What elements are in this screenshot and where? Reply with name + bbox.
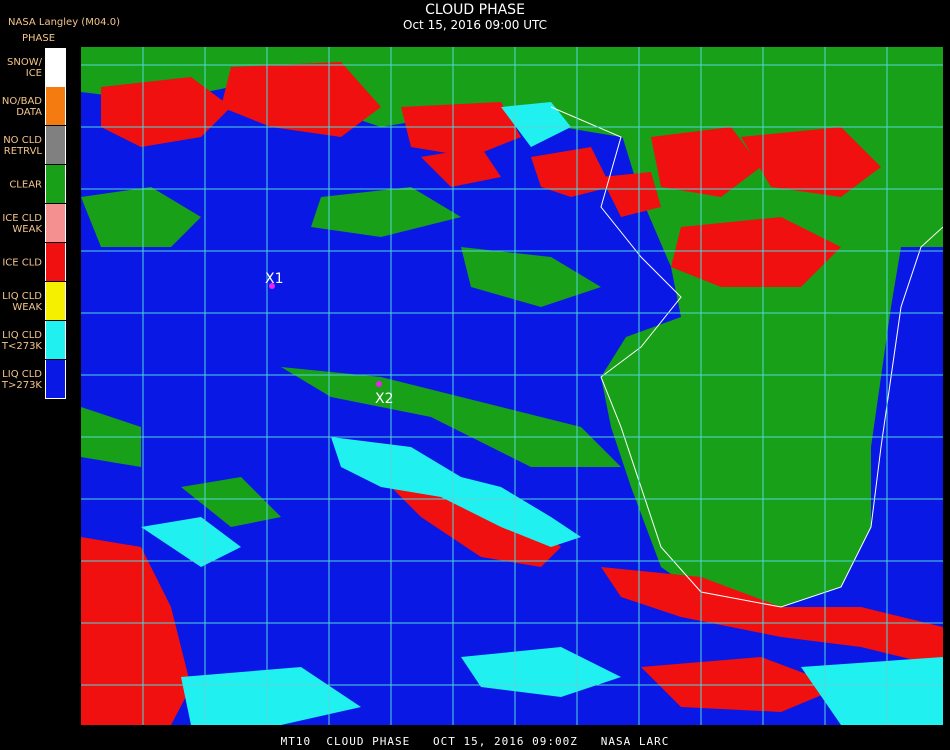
data-source-label: NASA Langley (M04.0) — [8, 17, 120, 28]
legend-item: LIQ CLD WEAK — [0, 282, 66, 321]
legend-swatch — [45, 204, 66, 242]
legend-item: NO/BAD DATA — [0, 87, 66, 126]
legend-label: LIQ CLD WEAK — [2, 290, 42, 313]
map-title: CLOUD PHASE — [425, 2, 525, 18]
legend-title: PHASE — [22, 33, 56, 44]
legend-swatch — [45, 243, 66, 281]
marker-x2-dot — [376, 381, 382, 387]
legend-label: LIQ CLD T<273K — [1, 329, 42, 352]
legend-swatch — [45, 126, 66, 164]
legend-label: ICE CLD WEAK — [2, 212, 42, 235]
legend-item: ICE CLD WEAK — [0, 204, 66, 243]
legend-swatch — [45, 282, 66, 320]
marker-x2-label: X2 — [375, 391, 394, 407]
legend-label: NO CLD RETRVL — [3, 134, 42, 157]
footer-caption: MT10 CLOUD PHASE OCT 15, 2016 09:00Z NAS… — [280, 735, 670, 748]
legend-item: LIQ CLD T<273K — [0, 321, 66, 360]
legend-label: ICE CLD — [2, 257, 42, 268]
legend-item: ICE CLD — [0, 243, 66, 282]
marker-x1[interactable]: X1 — [265, 271, 284, 289]
legend-swatch — [45, 165, 66, 203]
phase-legend: SNOW/ ICE NO/BAD DATA NO CLD RETRVL CLEAR IC… — [0, 48, 66, 399]
legend-item: NO CLD RETRVL — [0, 126, 66, 165]
legend-item: LIQ CLD T>273K — [0, 360, 66, 399]
legend-item: CLEAR — [0, 165, 66, 204]
legend-label: LIQ CLD T>273K — [1, 368, 42, 391]
legend-label: NO/BAD DATA — [1, 95, 42, 118]
legend-label: SNOW/ ICE — [7, 56, 42, 79]
legend-swatch — [45, 48, 66, 87]
legend-swatch — [45, 321, 66, 359]
marker-x1-label: X1 — [265, 271, 284, 287]
legend-swatch — [45, 360, 66, 399]
legend-label: CLEAR — [9, 179, 42, 190]
map-timestamp: Oct 15, 2016 09:00 UTC — [403, 18, 547, 32]
legend-item: SNOW/ ICE — [0, 48, 66, 87]
legend-swatch — [45, 87, 66, 125]
cloud-phase-map[interactable]: X1 X2 — [81, 47, 943, 725]
